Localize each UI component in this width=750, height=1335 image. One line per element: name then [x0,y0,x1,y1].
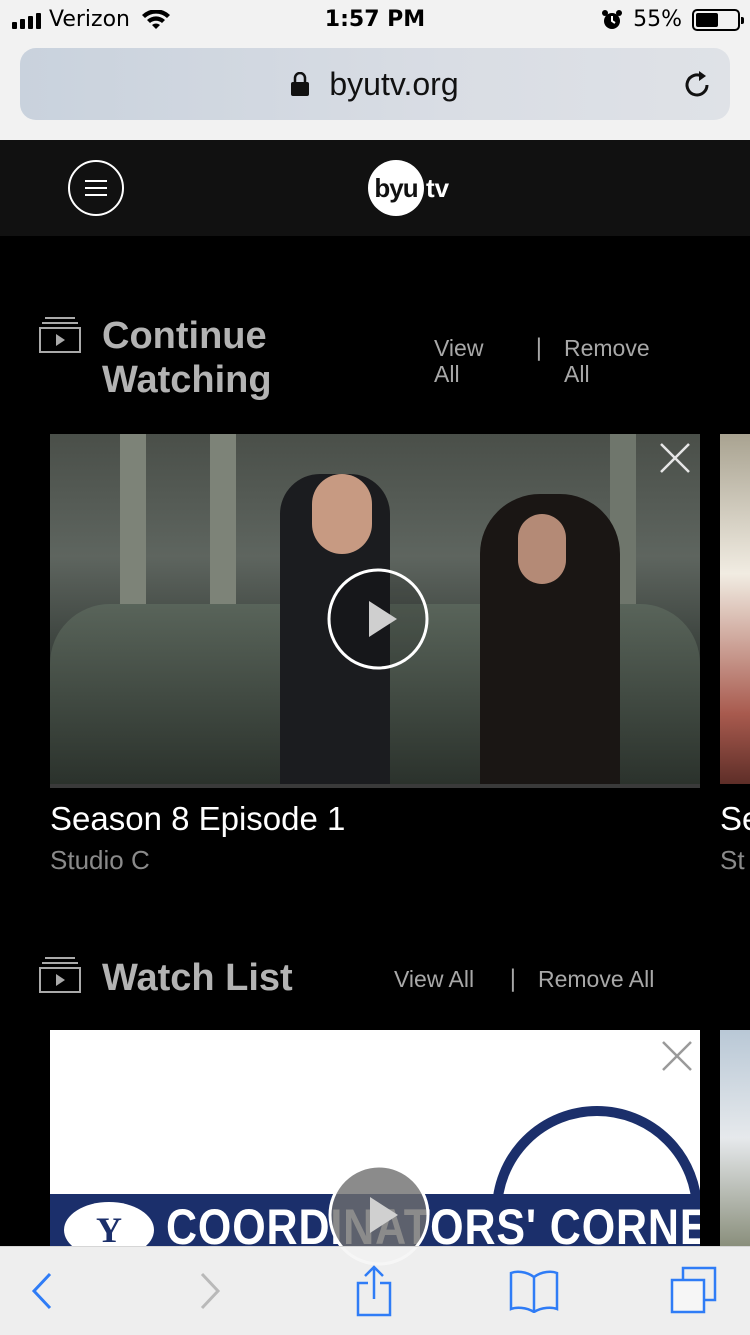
address-bar[interactable]: byutv.org [20,48,730,120]
close-icon[interactable] [660,1039,694,1073]
status-bar-right: 55% [601,6,744,34]
link-separator: | [509,966,517,992]
chevron-right-icon [200,1272,221,1310]
watch-list-remove-all-link[interactable]: Remove All [538,966,654,992]
bookmarks-button[interactable] [506,1265,562,1317]
remove-all-line2: All [564,361,590,387]
next-show-name: St [720,845,745,875]
watch-progress-bar [50,784,700,788]
share-icon [356,1265,392,1317]
close-icon[interactable] [658,441,692,475]
tabs-icon [670,1266,717,1314]
tv-stack-icon [39,957,81,993]
battery-level [696,13,718,27]
site-header: byu tv [0,140,750,236]
url-text: byutv.org [329,65,459,102]
tabs-button[interactable] [666,1265,722,1317]
browser-address-area: byutv.org [0,40,750,140]
watch-list-title: Watch List [102,957,293,999]
byutv-logo[interactable]: byu tv [368,160,449,216]
watch-list-view-all-link[interactable]: View All [394,966,474,992]
continue-watching-title-line1: Continue [102,315,267,357]
forward-button[interactable] [182,1265,238,1317]
battery-percentage: 55% [633,7,682,32]
episode-title[interactable]: Season 8 Episode 1 [50,800,345,838]
reload-icon[interactable] [680,68,714,102]
lock-icon [291,72,310,96]
chevron-left-icon [31,1272,52,1310]
next-watch-list-thumbnail[interactable] [720,1030,750,1246]
status-bar: Verizon 1:57 PM 55% [0,0,750,40]
play-icon[interactable] [327,568,429,670]
next-episode-title[interactable]: Se [720,800,750,838]
alarm-icon [602,10,623,29]
hamburger-menu-icon[interactable] [68,160,124,216]
tv-stack-icon [39,317,81,353]
next-video-thumbnail[interactable] [720,434,750,784]
remove-all-line1: Remove [564,335,650,361]
link-separator: | [535,335,543,361]
continue-watching-title-line2: Watching [102,359,272,401]
logo-suffix: tv [426,172,450,203]
show-name: Studio C [50,845,150,875]
logo-circle: byu [368,160,424,216]
battery-icon [692,9,744,31]
book-icon [509,1270,559,1313]
view-all-line2: All [434,361,460,387]
back-button[interactable] [14,1265,70,1317]
view-all-line1: View [434,335,484,361]
thumbnail-banner-text: COORDINATORS' CORNER [166,1199,700,1246]
browser-toolbar [0,1246,750,1335]
share-button[interactable] [346,1265,402,1317]
